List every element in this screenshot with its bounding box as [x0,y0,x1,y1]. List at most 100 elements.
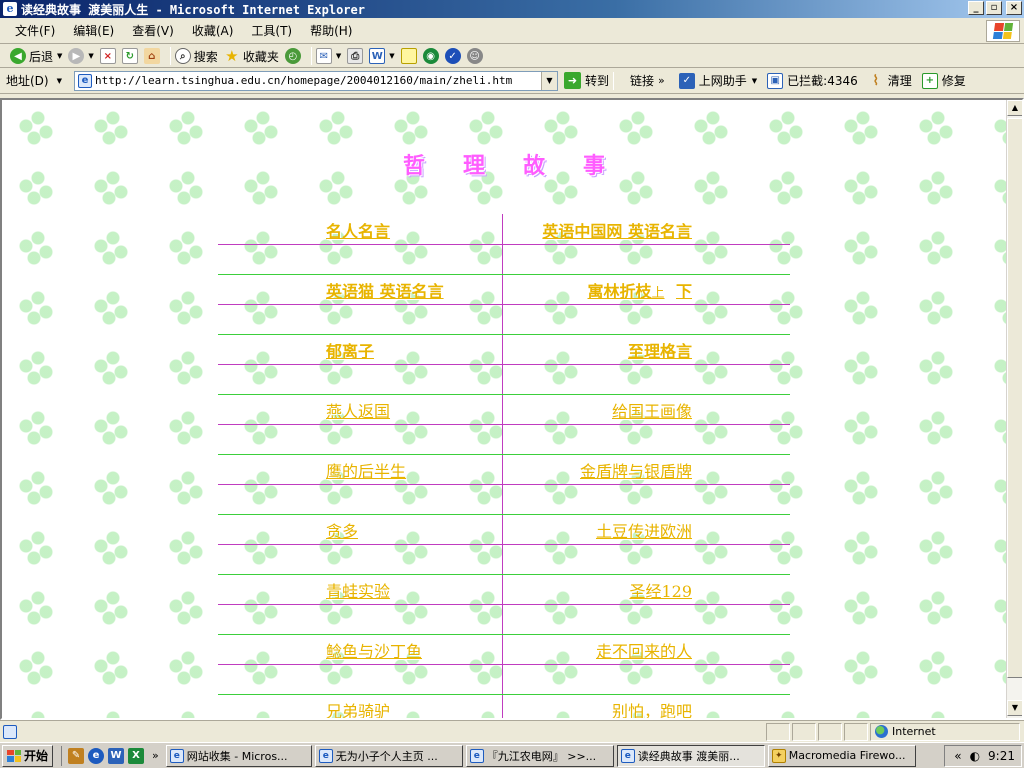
story-link[interactable]: 贪多 [326,522,358,541]
story-link[interactable]: 土豆传进欧洲 [596,522,692,541]
scroll-up-arrow-icon[interactable]: ▲ [1007,100,1022,116]
story-link[interactable]: 燕人返国 [326,402,390,421]
edit-word-button[interactable]: W ▼ [369,48,395,64]
helper-button[interactable]: ✓ 上网助手 ▼ [678,72,757,89]
toolbar-separator [613,71,615,90]
page-icon: e [78,73,92,88]
history-button[interactable]: ◴ [284,48,301,64]
story-link[interactable]: 走不回来的人 [596,642,692,661]
tray-network-icon[interactable]: ◐ [970,749,980,763]
scroll-down-arrow-icon[interactable]: ▼ [1007,700,1022,716]
edit-dropdown-icon[interactable]: ▼ [389,52,394,60]
url-input[interactable] [95,74,541,87]
go-button[interactable]: ➜ 转到 [564,72,609,89]
story-link[interactable]: 郁离子 [326,342,374,361]
story-link[interactable]: 鹰的后半生 [326,462,406,481]
story-link-part-b[interactable]: 下 [676,282,692,301]
menu-help[interactable]: 帮助(H) [301,22,361,39]
story-link[interactable]: 鲶鱼与沙丁鱼 [326,642,422,661]
refresh-button[interactable]: ↻ [121,48,138,64]
clock[interactable]: 9:21 [988,749,1015,763]
toolbar-plugin-1[interactable]: ◉ [422,48,439,64]
forward-dropdown-icon[interactable]: ▼ [88,52,93,60]
quicklaunch-ie-icon[interactable]: e [88,747,105,764]
menu-favorites[interactable]: 收藏(A) [183,22,243,39]
task-button[interactable]: ✦ Macromedia Firewo... [767,744,916,767]
story-link[interactable]: 金盾牌与银盾牌 [580,462,692,481]
task-button-active[interactable]: e 读经典故事 渡美丽... [616,744,765,767]
quicklaunch-excel-icon[interactable]: X [128,747,145,764]
tray-expand-icon[interactable]: « [954,749,961,763]
favorites-button[interactable]: ★ 收藏夹 [224,47,279,65]
story-link[interactable]: 青蛙实验 [326,582,390,601]
back-dropdown-icon[interactable]: ▼ [57,52,62,60]
menu-file[interactable]: 文件(F) [6,22,64,39]
table-row: 燕人返国 给国王画像 [218,394,790,455]
standard-toolbar: ◀ 后退 ▼ ▶ ▼ × ↻ ⌂ ⌕ 搜索 ★ 收藏夹 ◴ ✉ ▼ ⎙ W ▼ … [0,45,1024,68]
task-label: 『九江农电网』 >>... [486,749,597,763]
story-link[interactable]: 至理格言 [628,342,692,361]
story-link[interactable]: 给国王画像 [612,402,692,421]
menu-view[interactable]: 查看(V) [123,22,183,39]
quicklaunch-pen-icon[interactable]: ✎ [68,747,85,764]
discuss-button[interactable] [400,48,417,64]
vertical-scrollbar[interactable]: ▲ ▼ [1006,100,1022,718]
task-button[interactable]: e 『九江农电网』 >>... [465,744,614,767]
story-link[interactable]: 兄弟骑驴 [326,702,390,718]
back-button[interactable]: ◀ 后退 ▼ [10,48,62,65]
table-row: 英语猫 英语名言 寓林折枝上 下 [218,274,790,335]
task-ie-icon: e [318,748,333,763]
favorites-label: 收藏夹 [242,49,279,64]
search-button[interactable]: ⌕ 搜索 [174,48,218,65]
toolbar-plugin-2[interactable]: ✓ [444,48,461,64]
story-link[interactable]: 别怕，跑吧 [612,702,692,718]
page-status-icon [3,724,17,739]
maximize-button[interactable]: ▫ [986,1,1002,15]
story-link-part-a[interactable]: 上 [652,286,665,301]
story-link[interactable]: 英语中国网 英语名言 [542,222,692,241]
quicklaunch-chevron-icon[interactable]: » [152,749,159,762]
links-button[interactable]: 链接 [630,72,654,89]
mail-icon: ✉ [315,48,332,64]
row-divider-magenta [218,544,790,545]
scrollbar-thumb[interactable] [1007,118,1022,678]
history-icon: ◴ [284,48,301,64]
story-link[interactable]: 名人名言 [326,222,390,241]
repair-button[interactable]: + 修复 [921,72,966,89]
messenger-button[interactable]: ☺ [466,48,483,64]
browser-viewport: 哲理故事 名人名言 英语中国网 英语名言 英语猫 英语名言 寓林折枝上 下 郁离… [0,98,1024,720]
window-title: 读经典故事 渡美丽人生 - Microsoft Internet Explore… [21,2,365,17]
close-button[interactable]: × [1006,1,1022,15]
minimize-button[interactable]: _ [968,1,984,15]
stop-button[interactable]: × [99,48,116,64]
story-link[interactable]: 寓林折枝 [588,282,652,301]
title-bar[interactable]: e 读经典故事 渡美丽人生 - Microsoft Internet Explo… [0,0,1024,18]
clean-button[interactable]: ⌇ 清理 [868,72,911,89]
print-button[interactable]: ⎙ [347,48,364,64]
story-link[interactable]: 圣经129 [629,582,692,601]
task-label: 读经典故事 渡美丽... [637,749,740,763]
task-ie-icon: e [469,748,484,763]
links-chevron-icon[interactable]: » [658,74,665,87]
menu-edit[interactable]: 编辑(E) [64,22,123,39]
story-link[interactable]: 英语猫 英语名言 [326,282,444,301]
popup-blocked-counter[interactable]: ▣ 已拦截:4346 [767,72,858,89]
address-toolbar-dropdown-icon[interactable]: ▼ [57,77,62,85]
security-zone[interactable]: Internet [870,722,1020,741]
ie-app-icon[interactable]: e [3,2,17,16]
address-field[interactable]: e ▼ [74,70,558,91]
start-label: 开始 [24,749,49,763]
helper-icon: ✓ [678,72,695,89]
task-button[interactable]: e 无为小子个人主页 ... [314,744,463,767]
status-pane [818,722,842,741]
forward-button[interactable]: ▶ ▼ [68,48,94,64]
quicklaunch-word-icon[interactable]: W [108,747,125,764]
home-button[interactable]: ⌂ [143,48,160,64]
mail-button[interactable]: ✉ ▼ [315,48,341,64]
helper-dropdown-icon[interactable]: ▼ [752,77,757,85]
mail-dropdown-icon[interactable]: ▼ [336,52,341,60]
task-button[interactable]: e 网站收集 - Micros... [165,744,312,767]
menu-tools[interactable]: 工具(T) [242,22,301,39]
start-button[interactable]: 开始 [2,744,54,767]
url-dropdown-icon[interactable]: ▼ [541,71,557,90]
